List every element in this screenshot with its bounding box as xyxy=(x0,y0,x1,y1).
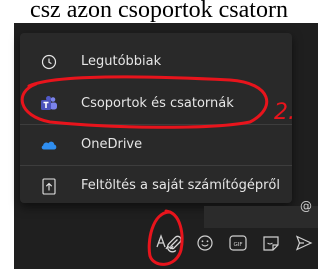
attach-menu: Legutóbbiak Csoportok és csatornák OneDr… xyxy=(20,33,292,203)
sticker-icon[interactable] xyxy=(261,233,281,253)
emoji-icon[interactable] xyxy=(195,233,215,253)
background-document-text: csz azon csoportok csatorn xyxy=(30,0,288,23)
menu-item-recent[interactable]: Legutóbbiak xyxy=(20,44,292,80)
upload-icon xyxy=(40,177,58,195)
menu-item-label: Legutóbbiak xyxy=(81,54,162,69)
gif-icon[interactable]: GIF xyxy=(228,233,248,253)
onedrive-cloud-icon xyxy=(40,136,58,154)
menu-item-label: Feltöltés a saját számítógépről xyxy=(81,178,280,193)
menu-item-label: Csoportok és csatornák xyxy=(81,96,234,111)
clock-icon xyxy=(40,53,58,71)
attach-icon[interactable] xyxy=(164,233,184,253)
menu-item-upload[interactable]: Feltöltés a saját számítógépről xyxy=(20,168,292,204)
menu-item-onedrive[interactable]: OneDrive xyxy=(20,127,292,163)
menu-item-teams-channels[interactable]: Csoportok és csatornák xyxy=(20,86,292,122)
menu-divider xyxy=(20,165,292,166)
mention-symbol: @ xyxy=(300,199,312,213)
teams-icon xyxy=(40,95,58,113)
menu-item-label: OneDrive xyxy=(81,137,143,152)
menu-divider xyxy=(20,124,292,125)
send-icon[interactable] xyxy=(294,233,314,253)
gif-label: GIF xyxy=(233,242,242,248)
